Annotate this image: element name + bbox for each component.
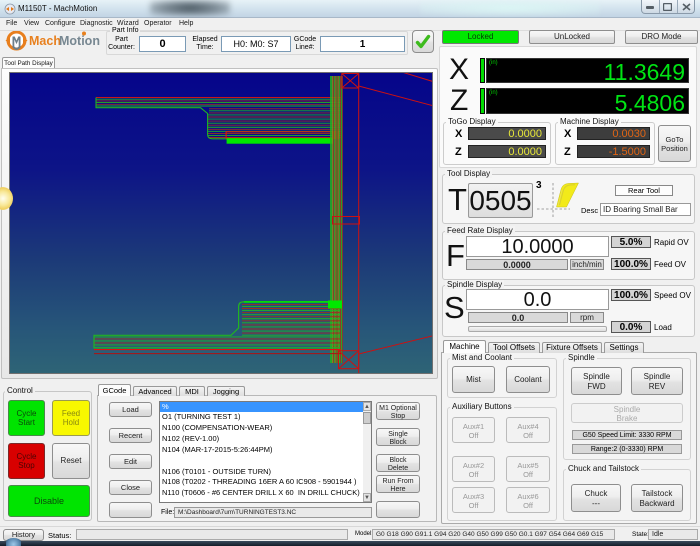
svg-text:Motion: Motion — [59, 34, 100, 48]
svg-text:Mach: Mach — [29, 34, 61, 48]
